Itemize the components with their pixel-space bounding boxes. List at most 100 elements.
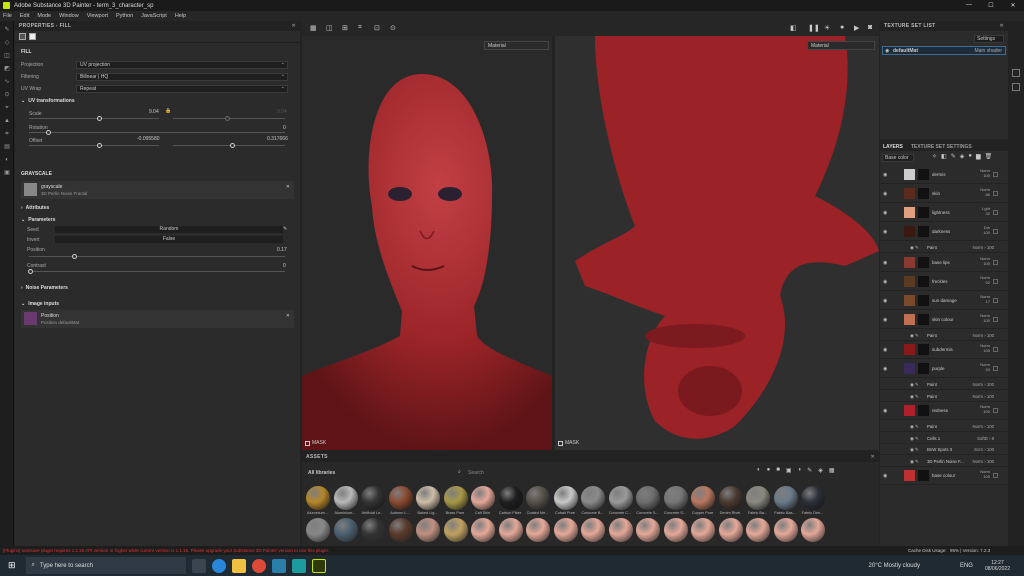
menu-file[interactable]: File — [3, 13, 12, 19]
blend-mode[interactable]: SoftD — [977, 436, 988, 441]
chevron-right-icon[interactable]: › — [21, 205, 23, 211]
menu-help[interactable]: Help — [175, 13, 186, 19]
opacity-value[interactable]: 100 — [980, 318, 990, 323]
blend-mode[interactable]: Norm — [972, 382, 983, 387]
eraser-icon[interactable]: ◇ — [3, 40, 11, 47]
chevron-down-icon[interactable]: ⌄ — [21, 98, 25, 104]
material-ball[interactable] — [361, 518, 385, 542]
opacity-value[interactable]: 100 — [987, 245, 994, 250]
material-ball[interactable] — [663, 518, 688, 542]
blend-mode[interactable]: Norm — [972, 459, 983, 464]
language-indicator[interactable]: ENG — [960, 563, 973, 569]
eye-icon[interactable]: ◉ — [885, 48, 889, 54]
projection-icon[interactable]: ◫ — [3, 53, 11, 60]
opacity-value[interactable]: 100 — [987, 459, 994, 464]
fill-layer-icon[interactable]: ◈ — [960, 153, 965, 160]
layer-checkbox[interactable] — [993, 316, 998, 322]
layer-row[interactable]: ◉ redness Norm 100 — [880, 402, 1008, 420]
eye-icon[interactable]: ◉ — [883, 279, 887, 285]
group-icon[interactable]: ▆ — [976, 153, 981, 160]
layer-row[interactable]: ◉ skin Norm 86 — [880, 185, 1008, 203]
settings-dropdown[interactable]: Settings — [974, 35, 1004, 43]
material-ball[interactable] — [553, 518, 578, 542]
remove-icon[interactable]: ✕ — [286, 313, 290, 319]
effect-row[interactable]: ◉ ✎ Paint Norm › 100 — [880, 242, 1008, 253]
blend-mode[interactable]: Norm — [980, 313, 990, 318]
material-ball[interactable] — [773, 486, 798, 510]
offset-slider-track-v[interactable] — [173, 145, 285, 146]
layer-checkbox[interactable] — [993, 229, 998, 234]
material-ball[interactable] — [746, 486, 770, 510]
invert-toggle[interactable]: False — [55, 236, 283, 243]
video-icon[interactable]: ▶ — [854, 24, 859, 32]
opacity-value[interactable]: 100 — [980, 409, 990, 414]
material-ball[interactable] — [333, 486, 358, 510]
layer-checkbox[interactable] — [993, 408, 998, 413]
smart-material-icon[interactable]: ● — [968, 153, 972, 160]
measure-icon[interactable]: ⌗ — [3, 131, 11, 138]
position-input-slot[interactable]: Position Position defaultMat ✕ — [21, 310, 294, 328]
blend-mode[interactable]: Norm — [972, 333, 983, 338]
remove-icon[interactable]: ✕ — [286, 184, 290, 190]
contrast-slider-knob[interactable] — [28, 269, 33, 274]
viewport-3d-material-dropdown[interactable]: Material — [484, 41, 549, 50]
contrast-slider-track[interactable] — [29, 271, 285, 272]
blend-mode[interactable]: Norm — [980, 275, 990, 280]
opacity-value[interactable]: 100 — [980, 261, 990, 266]
material-ball[interactable] — [471, 518, 495, 542]
panel-close-icon[interactable]: ✕ — [292, 23, 297, 29]
offset-slider-knob-v[interactable] — [230, 143, 235, 148]
material-ball[interactable] — [443, 518, 468, 542]
effect-row[interactable]: ◉ ✎ BnW Spots 3 Scrn › 100 — [880, 444, 1008, 455]
eye-icon[interactable]: ◉ — [883, 191, 887, 197]
substance-painter-icon[interactable] — [311, 558, 326, 573]
layer-row[interactable]: ◉ lightness Lght 32 — [880, 204, 1008, 222]
eye-icon[interactable]: ◉ — [883, 317, 887, 323]
material-ball[interactable] — [691, 486, 715, 510]
smudge-icon[interactable]: ∿ — [3, 79, 11, 86]
opacity-value[interactable]: 100 — [987, 424, 994, 429]
filter-smart-icon[interactable]: ● — [767, 467, 771, 474]
layer-row[interactable]: ◉ subdermis Norm 100 — [880, 341, 1008, 359]
menu-window[interactable]: Window — [59, 13, 79, 19]
material-ball[interactable] — [801, 518, 825, 542]
layer-checkbox[interactable] — [993, 366, 998, 371]
layer-row[interactable]: ◉ purple Norm 93 — [880, 360, 1008, 378]
channel-dropdown[interactable]: Base color — [882, 154, 914, 162]
panel-close-icon[interactable]: ✕ — [1000, 23, 1005, 29]
layer-row[interactable]: ◉ base lips Norm 100 — [880, 254, 1008, 272]
offset-slider-track-u[interactable] — [29, 145, 159, 146]
filter-alpha-icon[interactable]: ◈ — [818, 467, 823, 474]
task-view-icon[interactable] — [191, 558, 206, 573]
layer-checkbox[interactable] — [993, 473, 998, 478]
blend-mode[interactable]: Norm — [972, 424, 983, 429]
viewport-2d[interactable]: Material MASK — [555, 36, 879, 450]
eye-icon[interactable]: ◉ — [883, 229, 887, 235]
opacity-value[interactable]: 17 — [980, 299, 990, 304]
material-ball[interactable] — [361, 486, 385, 510]
eye-icon[interactable]: ◉ ✎ — [910, 447, 919, 453]
layer-checkbox[interactable] — [993, 172, 998, 177]
opacity-value[interactable]: 100 — [980, 474, 990, 479]
file-explorer-icon[interactable] — [231, 558, 246, 573]
menu-viewport[interactable]: Viewport — [87, 13, 108, 19]
material-ball[interactable] — [498, 518, 523, 542]
dock-icon[interactable] — [1012, 69, 1020, 77]
paint-layer-icon[interactable]: ✎ — [951, 153, 956, 160]
material-ball[interactable] — [581, 518, 605, 542]
layer-row[interactable]: ◉ darkness Drk 100 — [880, 223, 1008, 241]
material-ball[interactable] — [801, 486, 825, 510]
blend-mode[interactable]: Norm — [980, 294, 990, 299]
close-button[interactable]: ✕ — [1002, 2, 1024, 9]
layer-row[interactable]: ◉ sun damage Norm 17 — [880, 292, 1008, 310]
layer-checkbox[interactable] — [993, 278, 998, 284]
opacity-value[interactable]: 86 — [980, 192, 990, 197]
layer-row[interactable]: ◉ base colour Norm 100 — [880, 467, 1008, 485]
opacity-value[interactable]: 8 — [992, 436, 994, 441]
material-ball[interactable] — [416, 486, 440, 510]
eye-icon[interactable]: ◉ — [883, 172, 887, 178]
filter-grid-icon[interactable]: ▦ — [829, 467, 835, 474]
menu-edit[interactable]: Edit — [20, 13, 29, 19]
mask-checkbox[interactable] — [558, 440, 563, 446]
effect-row[interactable]: ◉ ✎ 3D Perlin Noise F... Norm › 100 — [880, 456, 1008, 467]
